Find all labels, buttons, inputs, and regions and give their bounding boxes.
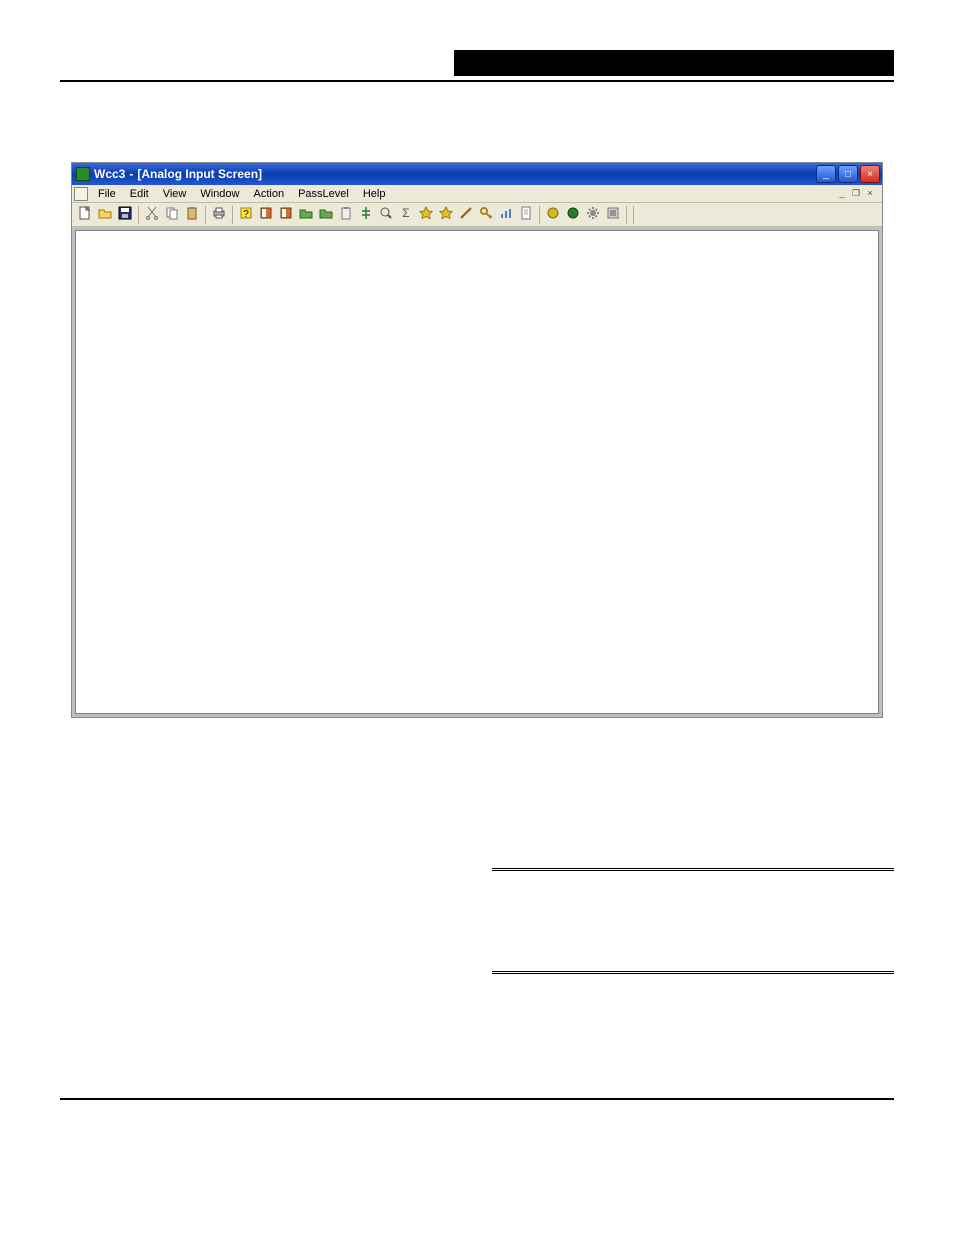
print-button[interactable]	[210, 206, 228, 224]
cut-button[interactable]	[143, 206, 161, 224]
menu-passlevel[interactable]: PassLevel	[292, 187, 355, 201]
cut-icon	[145, 206, 159, 223]
folder2-button[interactable]	[317, 206, 335, 224]
app-window: Wcc3 - [Analog Input Screen] _ □ × File …	[71, 162, 883, 718]
svg-text:?: ?	[243, 209, 249, 220]
toolbar-separator	[232, 206, 233, 224]
close-button[interactable]: ×	[860, 165, 880, 183]
chart-button[interactable]	[497, 206, 515, 224]
double-rule-1	[492, 868, 894, 871]
book1-icon	[259, 206, 273, 223]
star2-button[interactable]	[437, 206, 455, 224]
save-button[interactable]	[116, 206, 134, 224]
save-icon	[118, 206, 132, 223]
gear-button[interactable]	[584, 206, 602, 224]
ball1-icon	[546, 206, 560, 223]
lower-left-column	[60, 838, 462, 1038]
sigma-icon: Σ	[399, 206, 413, 223]
maximize-icon: □	[845, 169, 851, 180]
footer-rule	[60, 1098, 894, 1100]
key-button[interactable]	[477, 206, 495, 224]
star1-button[interactable]	[417, 206, 435, 224]
double-rule-2	[492, 971, 894, 974]
maximize-button[interactable]: □	[838, 165, 858, 183]
menubar: File Edit View Window Action PassLevel H…	[72, 185, 882, 203]
key-icon	[479, 206, 493, 223]
new-button[interactable]	[76, 206, 94, 224]
wand-button[interactable]	[457, 206, 475, 224]
copy-icon	[165, 206, 179, 223]
mdi-close-button[interactable]: ×	[864, 188, 876, 199]
menu-file[interactable]: File	[92, 187, 122, 201]
find-icon	[379, 206, 393, 223]
book2-button[interactable]	[277, 206, 295, 224]
find-button[interactable]	[377, 206, 395, 224]
open-icon	[98, 206, 112, 223]
minimize-icon: _	[823, 169, 829, 180]
cfg-icon	[606, 206, 620, 223]
svg-text:Σ: Σ	[402, 206, 409, 220]
help-icon: ?	[239, 206, 253, 223]
minimize-button[interactable]: _	[816, 165, 836, 183]
doc-button[interactable]	[517, 206, 535, 224]
mdi-window-buttons: _ ❐ ×	[836, 188, 880, 199]
cfg-button[interactable]	[604, 206, 622, 224]
mdi-restore-button[interactable]: ❐	[850, 188, 862, 199]
help-button[interactable]: ?	[237, 206, 255, 224]
book1-button[interactable]	[257, 206, 275, 224]
header-black-bar	[454, 50, 894, 76]
folder1-icon	[299, 206, 313, 223]
titlebar-subtitle: [Analog Input Screen]	[137, 167, 262, 181]
star1-icon	[419, 206, 433, 223]
menu-action[interactable]: Action	[247, 187, 290, 201]
paste-icon	[185, 206, 199, 223]
ball2-button[interactable]	[564, 206, 582, 224]
toolbar-separator	[205, 206, 206, 224]
tree-icon	[359, 206, 373, 223]
folder2-icon	[319, 206, 333, 223]
toolbar-separator	[138, 206, 139, 224]
menu-window[interactable]: Window	[194, 187, 245, 201]
gear-icon	[586, 206, 600, 223]
book2-icon	[279, 206, 293, 223]
ball2-icon	[566, 206, 580, 223]
wand-icon	[459, 206, 473, 223]
menu-edit[interactable]: Edit	[124, 187, 155, 201]
toolbar-end-divider	[633, 206, 634, 224]
close-icon: ×	[867, 169, 873, 180]
chart-icon	[499, 206, 513, 223]
titlebar-app: Wcc3	[94, 167, 125, 181]
menu-view[interactable]: View	[157, 187, 193, 201]
print-icon	[212, 206, 226, 223]
toolbar-separator	[626, 206, 627, 224]
lower-right-column	[492, 838, 894, 1038]
clipboard-icon	[339, 206, 353, 223]
copy-button[interactable]	[163, 206, 181, 224]
content-area	[72, 227, 882, 717]
tree-button[interactable]	[357, 206, 375, 224]
open-button[interactable]	[96, 206, 114, 224]
new-icon	[78, 206, 92, 223]
paste-button[interactable]	[183, 206, 201, 224]
titlebar: Wcc3 - [Analog Input Screen] _ □ ×	[72, 163, 882, 185]
toolbar: ?Σ	[72, 203, 882, 227]
titlebar-sep: -	[129, 167, 133, 181]
mdi-minimize-button[interactable]: _	[836, 188, 848, 199]
star2-icon	[439, 206, 453, 223]
doc-icon	[519, 206, 533, 223]
folder1-button[interactable]	[297, 206, 315, 224]
ball1-button[interactable]	[544, 206, 562, 224]
toolbar-separator	[539, 206, 540, 224]
clipboard-button[interactable]	[337, 206, 355, 224]
menu-help[interactable]: Help	[357, 187, 392, 201]
app-icon	[76, 167, 90, 181]
sigma-button[interactable]: Σ	[397, 206, 415, 224]
mdi-icon	[74, 187, 88, 201]
